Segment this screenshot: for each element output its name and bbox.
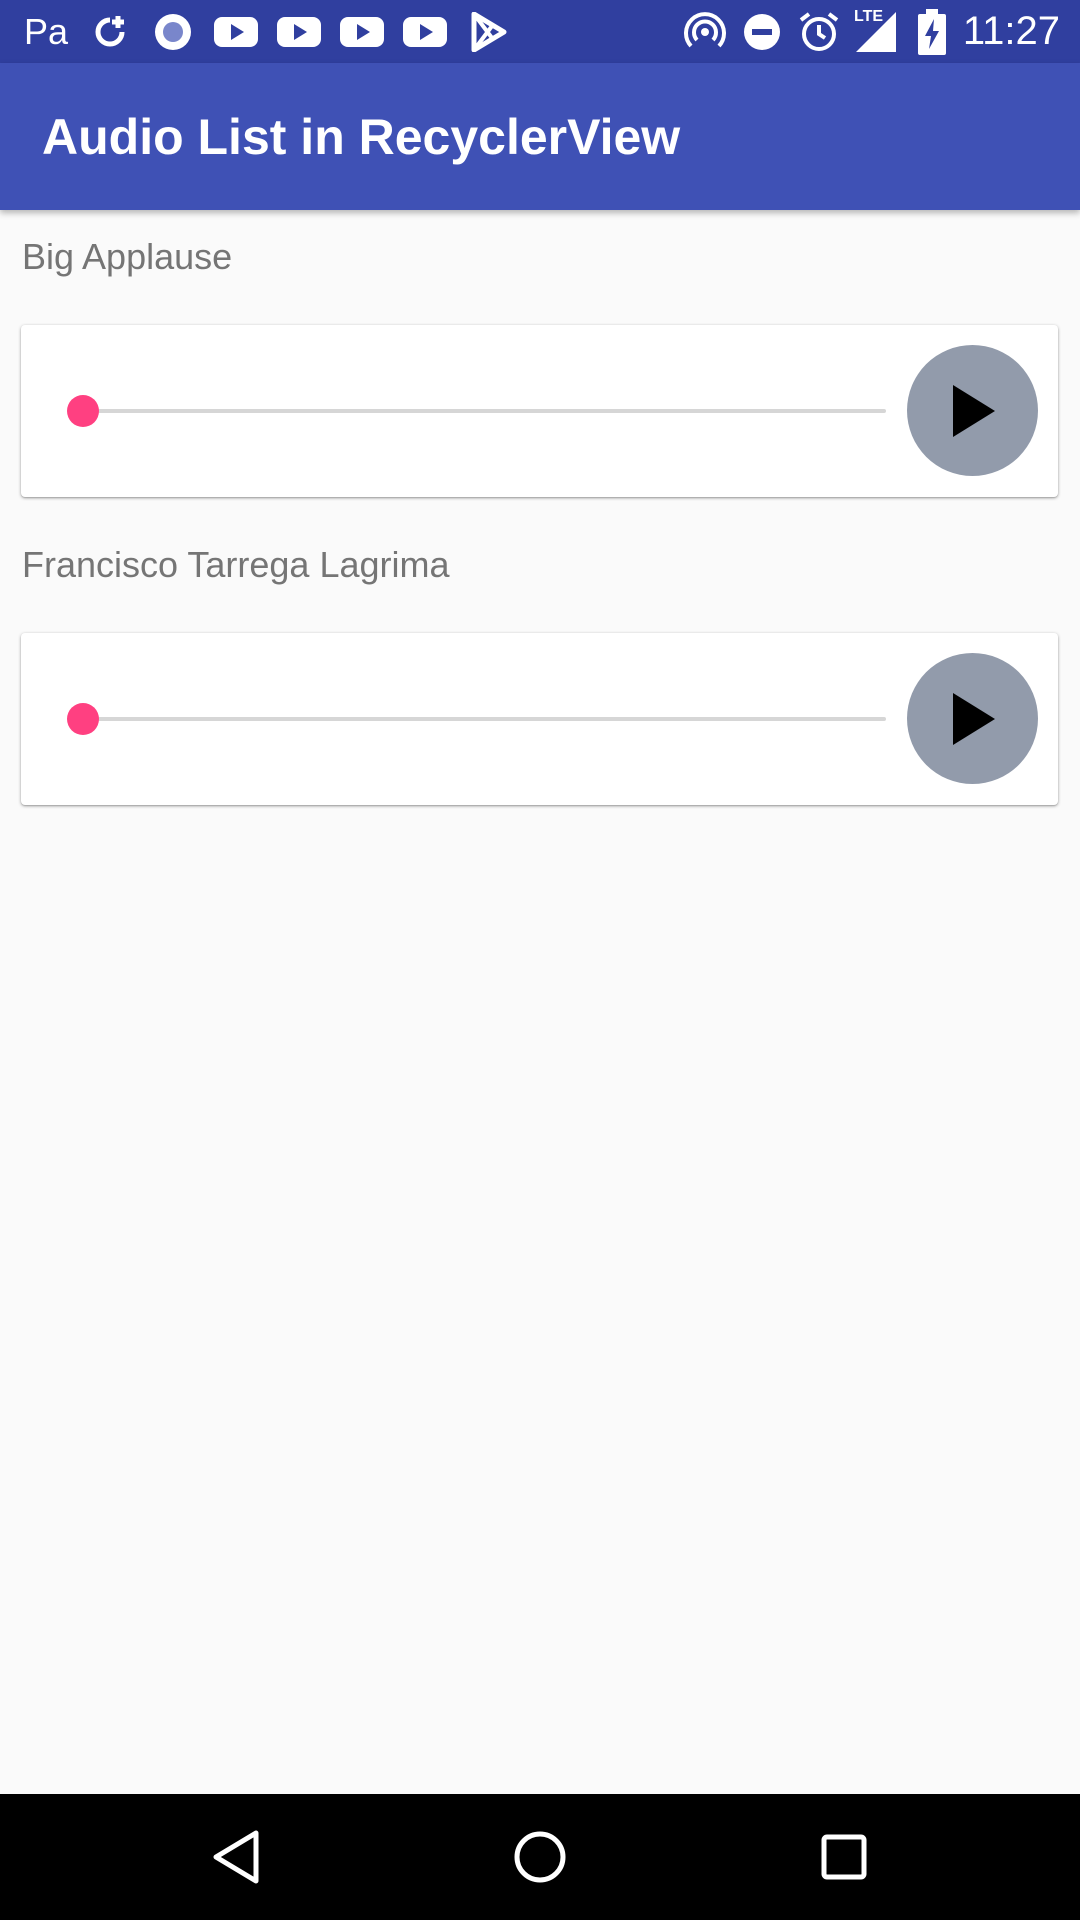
carrier-label: Pa (24, 10, 69, 52)
recents-button[interactable] (784, 1794, 904, 1920)
page-title: Audio List in RecyclerView (42, 108, 681, 165)
youtube-icon (277, 0, 321, 63)
seek-thumb[interactable] (67, 395, 99, 427)
hotspot-icon (684, 0, 726, 63)
back-icon (213, 1830, 259, 1884)
play-button[interactable] (907, 653, 1038, 784)
audio-player-card (21, 325, 1058, 497)
battery-charging-icon (918, 0, 946, 63)
back-button[interactable] (176, 1794, 296, 1920)
audio-player-card (21, 633, 1058, 805)
record-icon (152, 0, 194, 63)
seek-bar[interactable] (83, 717, 886, 721)
signal-icon: LTE (852, 0, 898, 63)
youtube-icon (403, 0, 447, 63)
alarm-icon (798, 0, 840, 63)
app-bar: Audio List in RecyclerView (0, 63, 1080, 210)
clock-label: 11:27 (962, 9, 1060, 53)
seek-bar[interactable] (83, 409, 886, 413)
play-icon (952, 384, 995, 437)
seek-thumb[interactable] (67, 703, 99, 735)
youtube-icon (340, 0, 384, 63)
audio-title: Francisco Tarrega Lagrima (22, 544, 450, 585)
recents-icon (821, 1834, 867, 1880)
do-not-disturb-icon (742, 0, 782, 63)
network-type-label: LTE (854, 8, 884, 25)
status-bar: Pa LTE 11:27 (0, 0, 1080, 63)
home-icon (514, 1831, 566, 1883)
youtube-icon (214, 0, 258, 63)
audio-title: Big Applause (22, 236, 233, 277)
play-button[interactable] (907, 345, 1038, 476)
play-store-icon (470, 0, 508, 63)
home-button[interactable] (480, 1794, 600, 1920)
play-icon (952, 692, 995, 745)
sync-plus-icon (90, 0, 130, 63)
navigation-bar (0, 1794, 1080, 1920)
